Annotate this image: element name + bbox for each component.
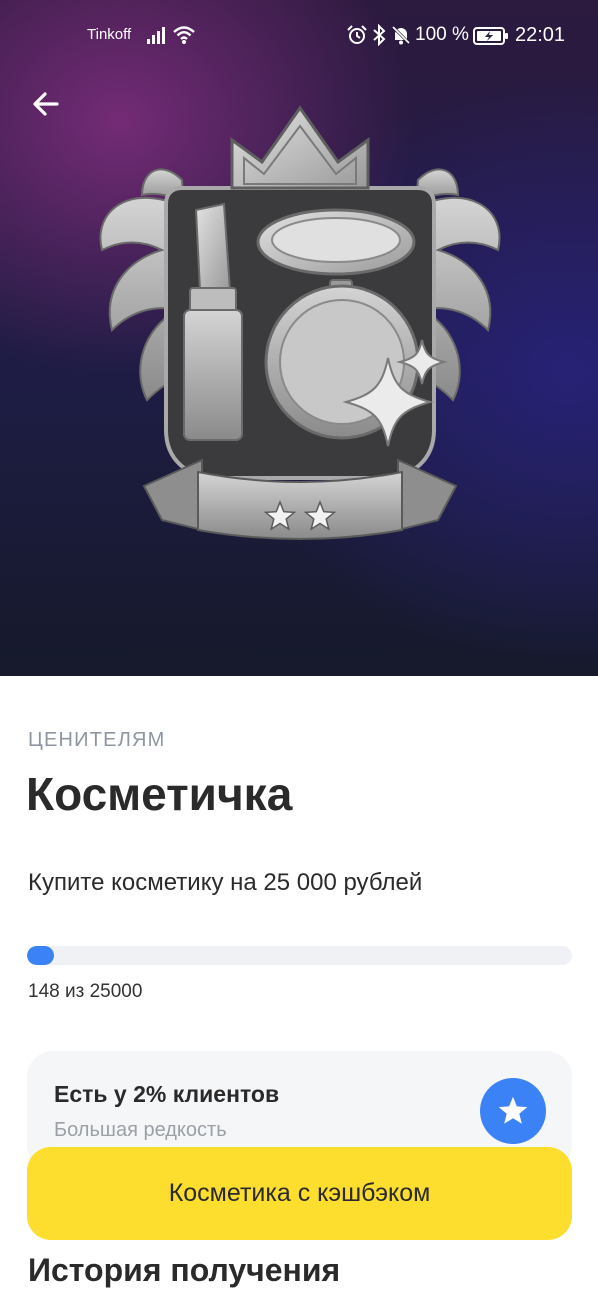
bell-muted-icon bbox=[391, 25, 411, 45]
status-bar: Tinkoff 100 % 22:01 bbox=[0, 0, 598, 70]
wifi-icon bbox=[173, 26, 195, 44]
carrier-name: Tinkoff bbox=[87, 26, 132, 43]
history-section-title: История получения bbox=[28, 1252, 341, 1288]
back-button[interactable] bbox=[22, 80, 70, 128]
rarity-star-badge bbox=[480, 1078, 546, 1144]
star-icon bbox=[498, 1096, 528, 1124]
achievement-category: ЦЕНИТЕЛЯМ bbox=[28, 729, 166, 751]
arrow-left-icon bbox=[33, 92, 59, 116]
rarity-subtitle: Большая редкость bbox=[54, 1119, 227, 1141]
cashback-cosmetics-button[interactable]: Косметика с кэшбэком bbox=[27, 1147, 572, 1240]
achievement-description: Купите косметику на 25 000 рублей bbox=[28, 869, 423, 896]
crown bbox=[230, 105, 370, 190]
battery-charging-icon bbox=[473, 27, 508, 45]
progress-bar bbox=[27, 946, 572, 965]
achievement-badge-image bbox=[99, 105, 501, 540]
achievement-title: Косметичка bbox=[26, 768, 293, 820]
battery-percent: 100 % bbox=[415, 24, 469, 45]
clock-time: 22:01 bbox=[515, 24, 566, 46]
progress-bar-fill bbox=[27, 946, 54, 965]
rarity-title: Есть у 2% клиентов bbox=[54, 1081, 280, 1107]
progress-label: 148 из 25000 bbox=[28, 981, 143, 1002]
bluetooth-icon bbox=[373, 24, 386, 46]
alarm-clock-icon bbox=[347, 25, 367, 44]
signal-bars-icon bbox=[147, 27, 165, 44]
hero-banner: Tinkoff 100 % 22:01 bbox=[0, 0, 598, 676]
